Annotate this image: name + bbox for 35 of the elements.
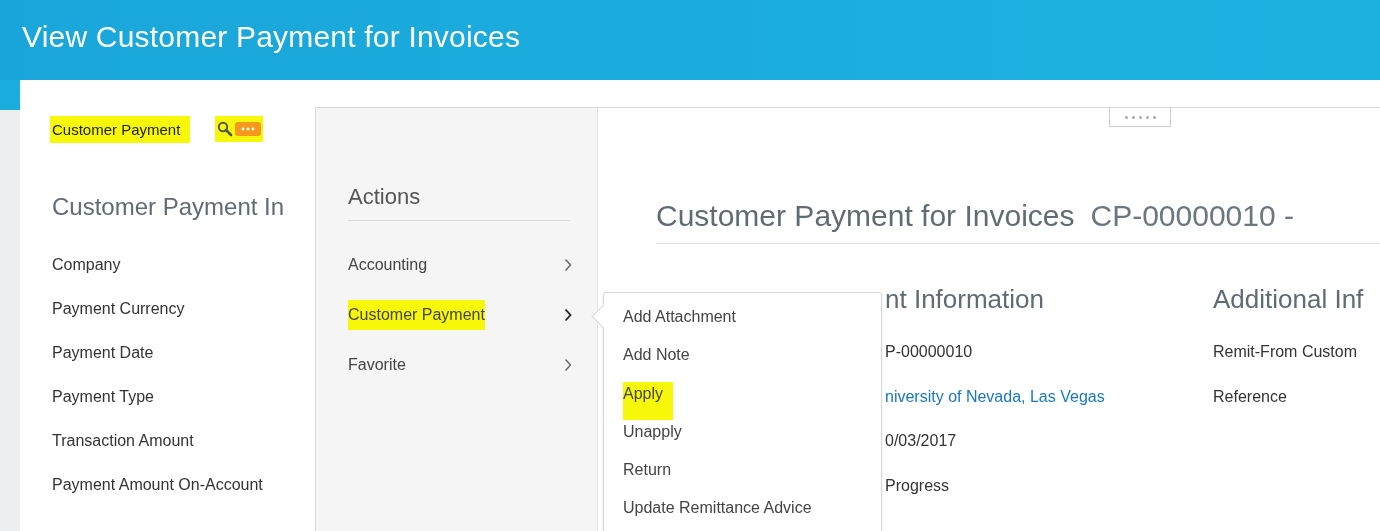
menu-title: Actions: [348, 184, 570, 221]
field-label: Payment Currency: [52, 299, 186, 319]
object-title: Customer Payment: [50, 115, 191, 143]
menu-item[interactable]: Customer Payment: [348, 290, 572, 340]
menu-item[interactable]: Return: [623, 458, 682, 497]
detail-title: Customer Payment for Invoices: [656, 199, 1075, 233]
field-label: Company: [52, 255, 122, 275]
chevron-right-icon: [564, 258, 572, 272]
field-value: Progress: [885, 476, 951, 496]
search-icon[interactable]: [217, 121, 234, 137]
menu-item[interactable]: Add Attachment: [623, 305, 746, 344]
chevron-right-icon: [564, 358, 572, 372]
field-label: Reference: [1213, 387, 1288, 407]
field-value: P-00000010: [885, 343, 974, 362]
field-value: 0/03/2017: [885, 432, 958, 451]
field-label: Payment Amount On-Account: [52, 475, 264, 495]
payment-reference: CP-00000010 -: [1090, 199, 1294, 233]
drag-handle-icon[interactable]: [1109, 108, 1171, 127]
menu-item[interactable]: Add Note: [623, 343, 700, 382]
menu-item[interactable]: Apply: [623, 381, 674, 420]
field-label: Payment Date: [52, 343, 155, 363]
section-heading: Customer Payment In: [52, 193, 286, 221]
menu-item[interactable]: Favorite: [348, 340, 572, 390]
section-heading: Additional Inf: [1213, 284, 1365, 315]
related-actions-button[interactable]: [215, 116, 264, 142]
field-label: Transaction Amount: [52, 431, 195, 451]
menu-item[interactable]: Accounting: [348, 240, 572, 290]
section-heading: nt Information: [885, 284, 1045, 315]
menu-item[interactable]: Unapply: [623, 419, 692, 459]
field-label: Remit-From Custom: [1213, 343, 1358, 362]
page-title: View Customer Payment for Invoices: [21, 19, 522, 54]
customer-link[interactable]: niversity of Nevada, Las Vegas: [885, 387, 1213, 432]
chevron-right-icon: [564, 308, 572, 322]
menu-item[interactable]: Update Remittance Advice: [623, 496, 822, 531]
field-label: Payment Type: [52, 387, 155, 407]
